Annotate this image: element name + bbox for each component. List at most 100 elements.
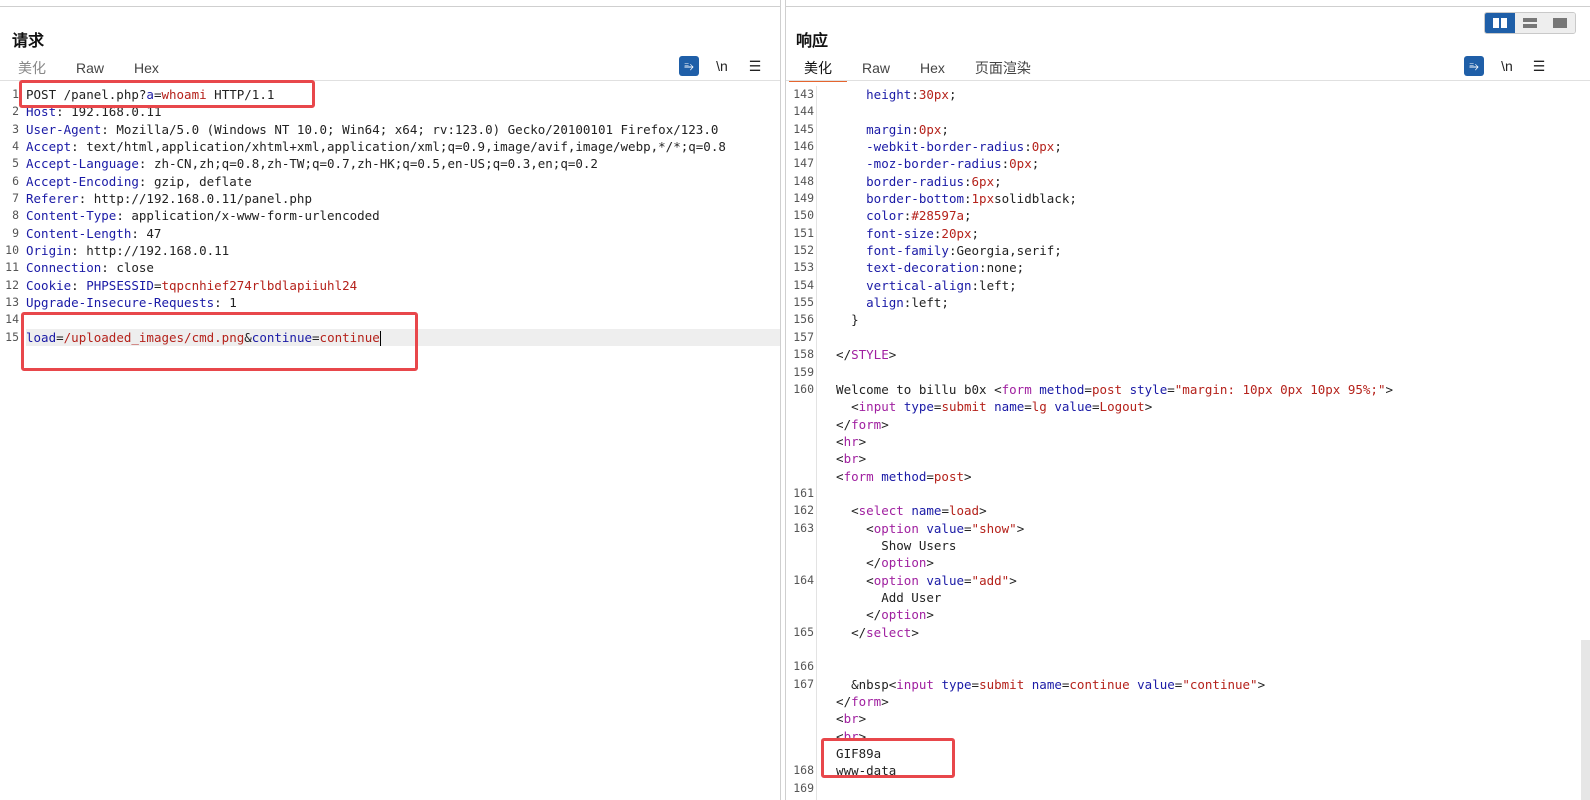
- line-code: User-Agent: Mozilla/5.0 (Windows NT 10.0…: [26, 121, 780, 138]
- code-line[interactable]: 8 Content-Type: application/x-www-form-ur…: [0, 207, 780, 224]
- code-line[interactable]: 165 </select>: [786, 624, 1590, 641]
- code-line[interactable]: 156 }: [786, 311, 1590, 328]
- code-line[interactable]: <input type=submit name=lg value=Logout>: [786, 398, 1590, 415]
- line-code: vertical-align:left;: [821, 277, 1590, 294]
- tab-raw[interactable]: Raw: [61, 56, 119, 80]
- code-line[interactable]: 162 <select name=load>: [786, 502, 1590, 519]
- line-code: </STYLE>: [821, 346, 1590, 363]
- code-line[interactable]: </form>: [786, 693, 1590, 710]
- response-editor[interactable]: 143 height:30px; 144 145 margin:0px; 146 -w…: [786, 86, 1590, 800]
- line-code: Show Users: [821, 537, 1590, 554]
- code-token: }: [821, 312, 859, 328]
- code-line[interactable]: </option>: [786, 606, 1590, 623]
- code-token: value: [1054, 399, 1093, 415]
- code-token: </: [821, 347, 852, 363]
- code-token: :: [71, 277, 87, 293]
- code-line[interactable]: 5 Accept-Language: zh-CN,zh;q=0.8,zh-TW;q…: [0, 155, 780, 172]
- code-line[interactable]: 12 Cookie: PHPSESSID=tqpcnhief274rlbdlapi…: [0, 277, 780, 294]
- response-scrollbar[interactable]: [1581, 640, 1590, 800]
- menu-icon[interactable]: ☰: [1529, 56, 1549, 76]
- response-tabs: 美化 Raw Hex 页面渲染: [789, 56, 1046, 82]
- code-line[interactable]: 145 margin:0px;: [786, 121, 1590, 138]
- code-line[interactable]: </option>: [786, 554, 1590, 571]
- wrap-lines-icon[interactable]: ⥱: [679, 56, 699, 76]
- code-token: Upgrade-Insecure-Requests: [26, 295, 215, 311]
- code-line[interactable]: <br>: [786, 450, 1590, 467]
- code-line[interactable]: [786, 641, 1590, 658]
- tab-pretty[interactable]: 美化: [3, 56, 61, 80]
- code-token: :: [1024, 139, 1032, 155]
- code-line[interactable]: 147 -moz-border-radius:0px;: [786, 155, 1590, 172]
- line-code: align:left;: [821, 294, 1590, 311]
- code-line[interactable]: 163 <option value="show">: [786, 520, 1590, 537]
- code-line[interactable]: Add User: [786, 589, 1590, 606]
- line-code: Accept-Language: zh-CN,zh;q=0.8,zh-TW;q=…: [26, 155, 780, 172]
- code-token: >: [926, 607, 934, 623]
- line-number: 11: [5, 260, 19, 275]
- show-newlines-button[interactable]: \n: [1497, 56, 1517, 76]
- code-token: =: [1024, 399, 1032, 415]
- code-line[interactable]: 159: [786, 364, 1590, 381]
- tab-hex[interactable]: Hex: [119, 56, 174, 80]
- code-line[interactable]: 166: [786, 658, 1590, 675]
- tab-hex[interactable]: Hex: [905, 56, 960, 80]
- code-line[interactable]: 11 Connection: close: [0, 259, 780, 276]
- tab-pretty[interactable]: 美化: [789, 56, 847, 82]
- code-line[interactable]: 158 </STYLE>: [786, 346, 1590, 363]
- split-vertical-icon[interactable]: [1515, 13, 1545, 33]
- code-line[interactable]: 3 User-Agent: Mozilla/5.0 (Windows NT 10.…: [0, 121, 780, 138]
- code-line[interactable]: 144: [786, 103, 1590, 120]
- code-line[interactable]: <hr>: [786, 433, 1590, 450]
- tab-render[interactable]: 页面渲染: [960, 56, 1046, 80]
- code-line[interactable]: 160 Welcome to billu b0x <form method=po…: [786, 381, 1590, 398]
- code-line[interactable]: 150 color:#28597a;: [786, 207, 1590, 224]
- code-line[interactable]: 146 -webkit-border-radius:0px;: [786, 138, 1590, 155]
- request-editor[interactable]: 1 POST /panel.php?a=whoami HTTP/1.1 2 Host:…: [0, 86, 780, 800]
- code-line[interactable]: 169: [786, 780, 1590, 797]
- code-line[interactable]: 10 Origin: http://192.168.0.11: [0, 242, 780, 259]
- code-token: method: [1039, 381, 1085, 397]
- code-line[interactable]: 154 vertical-align:left;: [786, 277, 1590, 294]
- code-line[interactable]: Show Users: [786, 537, 1590, 554]
- code-line[interactable]: 9 Content-Length: 47: [0, 225, 780, 242]
- split-horizontal-icon[interactable]: [1485, 13, 1515, 33]
- code-token: lg: [1031, 399, 1047, 415]
- code-line[interactable]: <form method=post>: [786, 468, 1590, 485]
- code-line[interactable]: 157: [786, 329, 1590, 346]
- wrap-lines-icon[interactable]: ⥱: [1464, 56, 1484, 76]
- code-line[interactable]: 149 border-bottom:1pxsolidblack;: [786, 190, 1590, 207]
- code-line[interactable]: 7 Referer: http://192.168.0.11/panel.php: [0, 190, 780, 207]
- code-line[interactable]: 13 Upgrade-Insecure-Requests: 1: [0, 294, 780, 311]
- code-token: margin: [866, 121, 912, 137]
- code-token: >: [881, 416, 889, 432]
- code-token: 0px: [1031, 139, 1055, 155]
- line-code: </form>: [821, 416, 1590, 433]
- code-line[interactable]: 143 height:30px;: [786, 86, 1590, 103]
- code-line[interactable]: 6 Accept-Encoding: gzip, deflate: [0, 173, 780, 190]
- top-divider: [786, 6, 1590, 7]
- tab-raw[interactable]: Raw: [847, 56, 905, 80]
- single-pane-icon[interactable]: [1545, 13, 1575, 33]
- menu-icon[interactable]: ☰: [745, 56, 765, 76]
- line-code: Content-Length: 47: [26, 225, 780, 242]
- code-line[interactable]: </form>: [786, 416, 1590, 433]
- code-token: : application/x-www-form-urlencoded: [116, 208, 380, 224]
- code-token: <: [821, 433, 844, 449]
- line-number: 12: [5, 277, 19, 292]
- code-line[interactable]: 4 Accept: text/html,application/xhtml+xml…: [0, 138, 780, 155]
- code-token: option: [881, 555, 927, 571]
- code-line[interactable]: 153 text-decoration:none;: [786, 259, 1590, 276]
- show-newlines-button[interactable]: \n: [712, 56, 732, 76]
- code-token: br: [843, 711, 859, 727]
- code-line[interactable]: 152 font-family:Georgia,serif;: [786, 242, 1590, 259]
- code-line[interactable]: 164 <option value="add">: [786, 572, 1590, 589]
- code-line[interactable]: 161: [786, 485, 1590, 502]
- code-line[interactable]: 151 font-size:20px;: [786, 225, 1590, 242]
- code-line[interactable]: <br>: [786, 710, 1590, 727]
- code-line[interactable]: 155 align:left;: [786, 294, 1590, 311]
- code-line[interactable]: 148 border-radius:6px;: [786, 173, 1590, 190]
- code-line[interactable]: 167 &nbsp<input type=submit name=continu…: [786, 676, 1590, 693]
